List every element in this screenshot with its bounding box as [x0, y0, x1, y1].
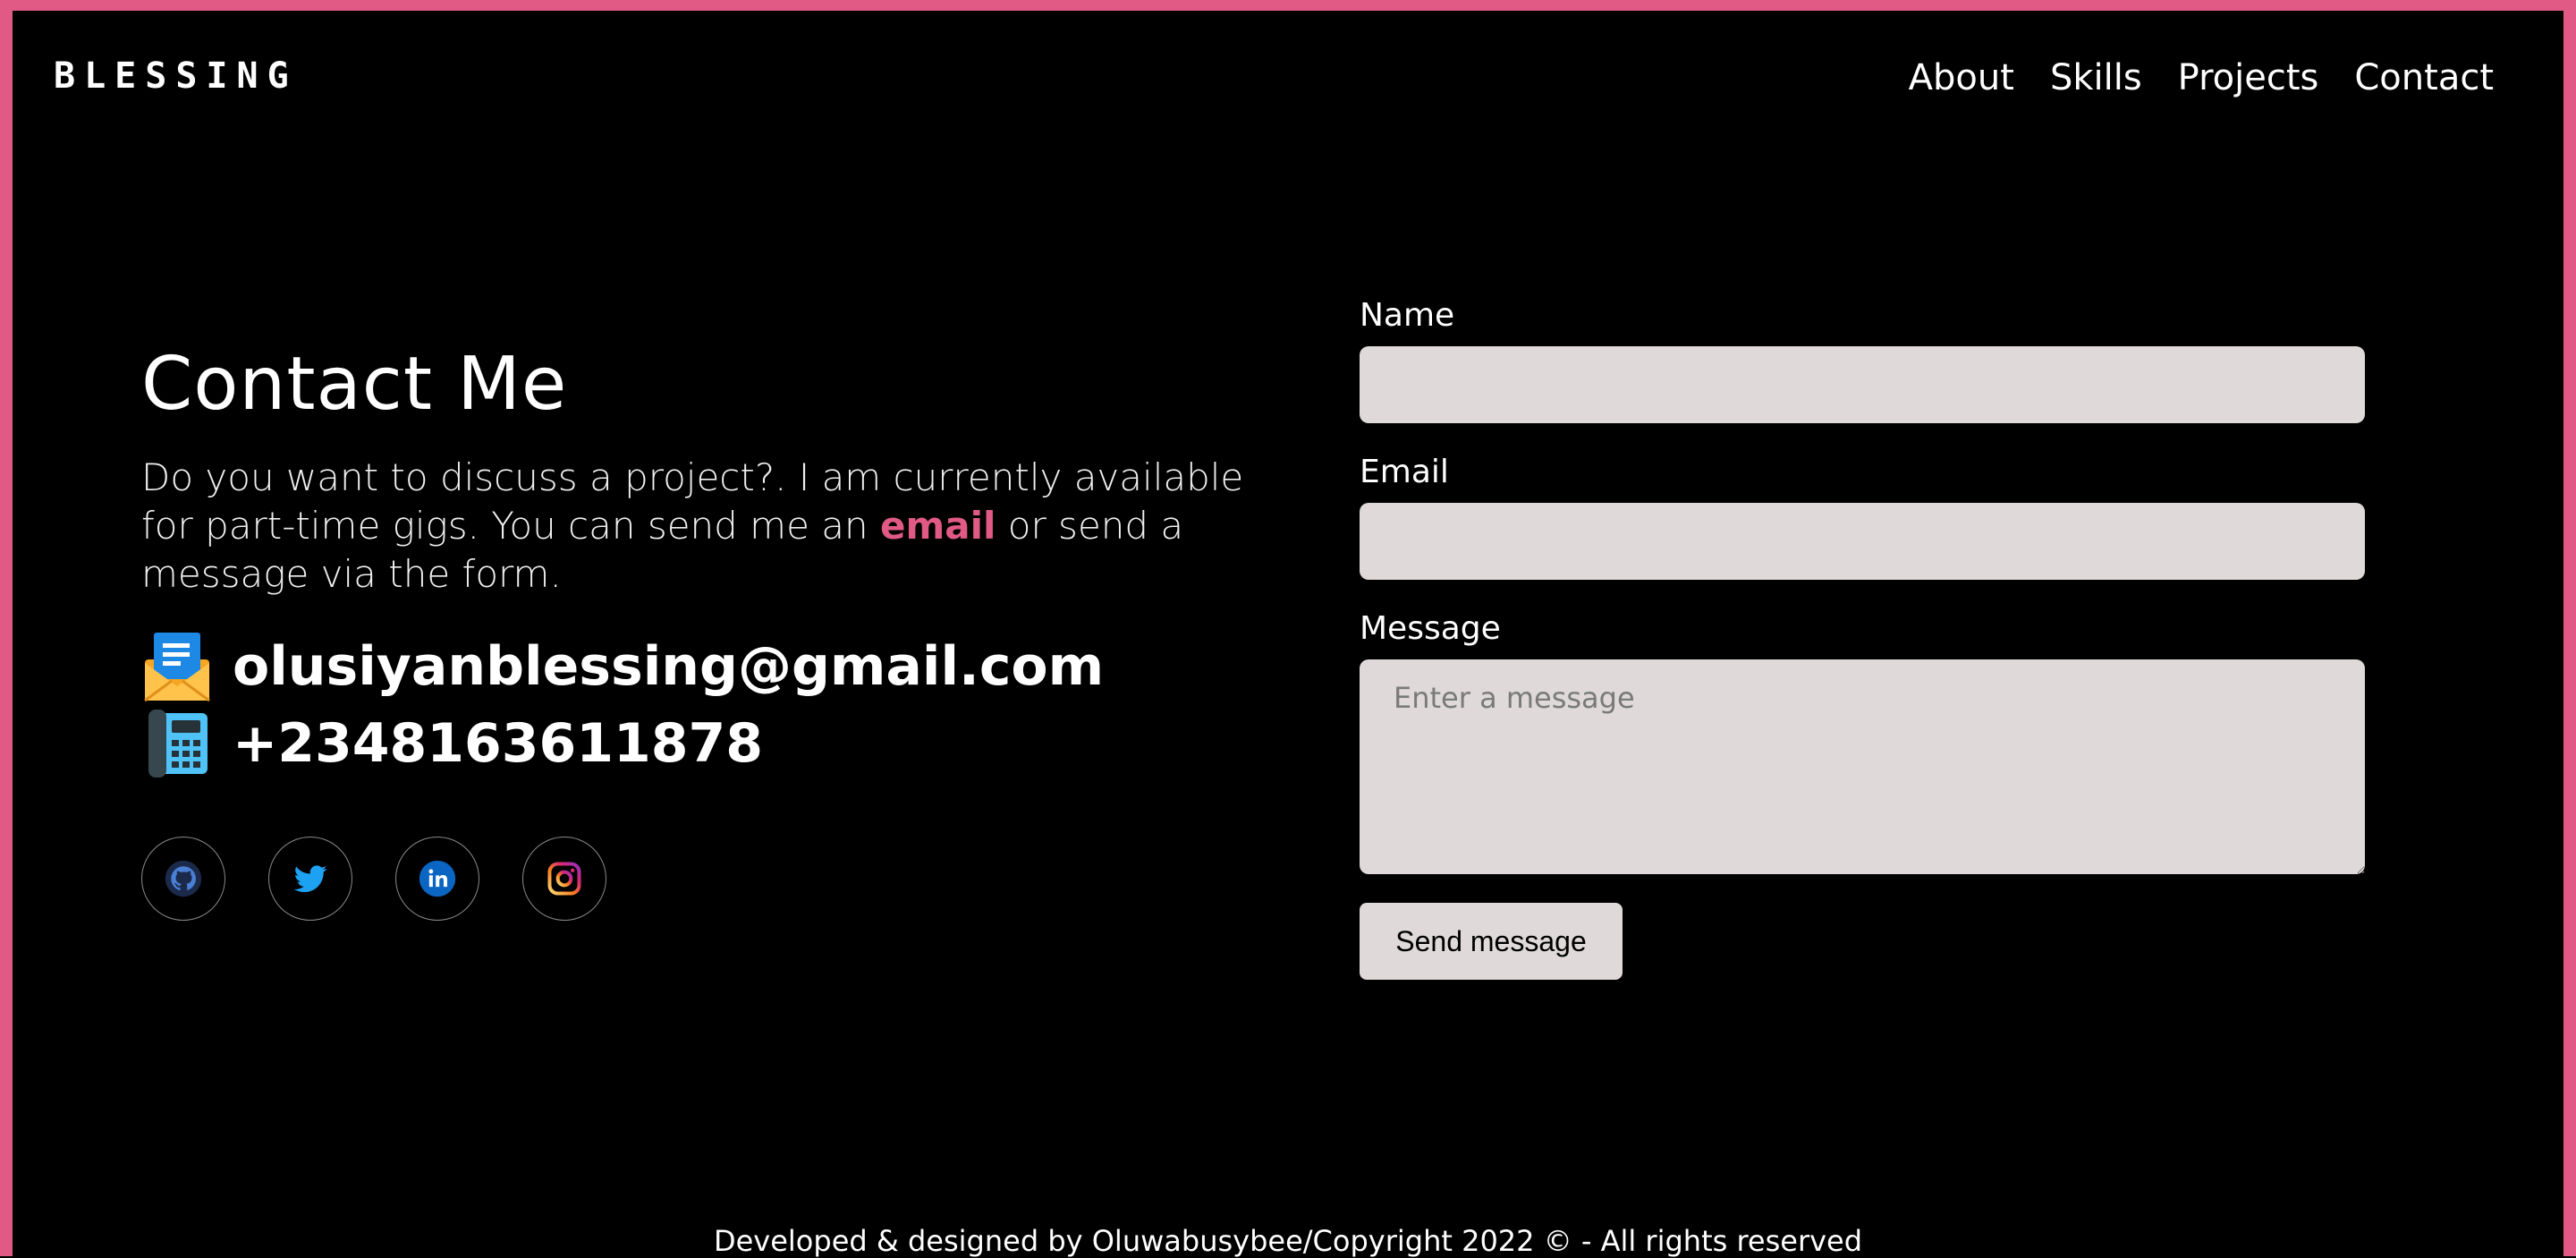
main-nav: About Skills Projects Contact — [1909, 57, 2494, 98]
linkedin-link[interactable] — [395, 837, 479, 921]
contact-form: Name Email Message Send message — [1360, 297, 2365, 980]
email-address[interactable]: olusiyanblessing@gmail.com — [233, 635, 1104, 698]
social-links — [141, 837, 1286, 921]
telephone-icon — [148, 710, 208, 778]
nav-skills[interactable]: Skills — [2050, 57, 2142, 98]
github-icon — [165, 860, 202, 897]
envelope-icon — [144, 633, 210, 702]
twitter-icon — [293, 865, 327, 893]
github-link[interactable] — [141, 837, 225, 921]
page-title: Contact Me — [141, 342, 568, 427]
twitter-link[interactable] — [268, 837, 352, 921]
email-field[interactable] — [1360, 503, 2365, 580]
message-field[interactable] — [1360, 659, 2365, 874]
instagram-link[interactable] — [522, 837, 606, 921]
nav-projects[interactable]: Projects — [2178, 57, 2319, 98]
name-label: Name — [1360, 297, 1455, 334]
send-message-button[interactable]: Send message — [1360, 903, 1623, 980]
message-label: Message — [1360, 610, 1501, 647]
email-row: olusiyanblessing@gmail.com — [141, 631, 1286, 702]
contact-intro: Do you want to discuss a project?. I am … — [141, 454, 1268, 599]
linkedin-icon — [419, 860, 456, 897]
phone-row: +2348163611878 — [141, 708, 1286, 779]
contact-info: Contact Me Do you want to discuss a proj… — [141, 342, 1286, 921]
header: BLESSING About Skills Projects Contact — [13, 11, 2563, 145]
logo[interactable]: BLESSING — [54, 55, 298, 97]
page-frame: BLESSING About Skills Projects Contact C… — [0, 0, 2576, 1258]
name-field[interactable] — [1360, 346, 2365, 423]
email-link[interactable]: email — [880, 504, 996, 548]
phone-number[interactable]: +2348163611878 — [233, 712, 763, 775]
instagram-icon — [547, 862, 581, 896]
footer-text: Developed & designed by Oluwabusybee/Cop… — [713, 1224, 1863, 1258]
email-label: Email — [1360, 454, 1449, 490]
nav-contact[interactable]: Contact — [2354, 57, 2494, 98]
nav-about[interactable]: About — [1909, 57, 2014, 98]
